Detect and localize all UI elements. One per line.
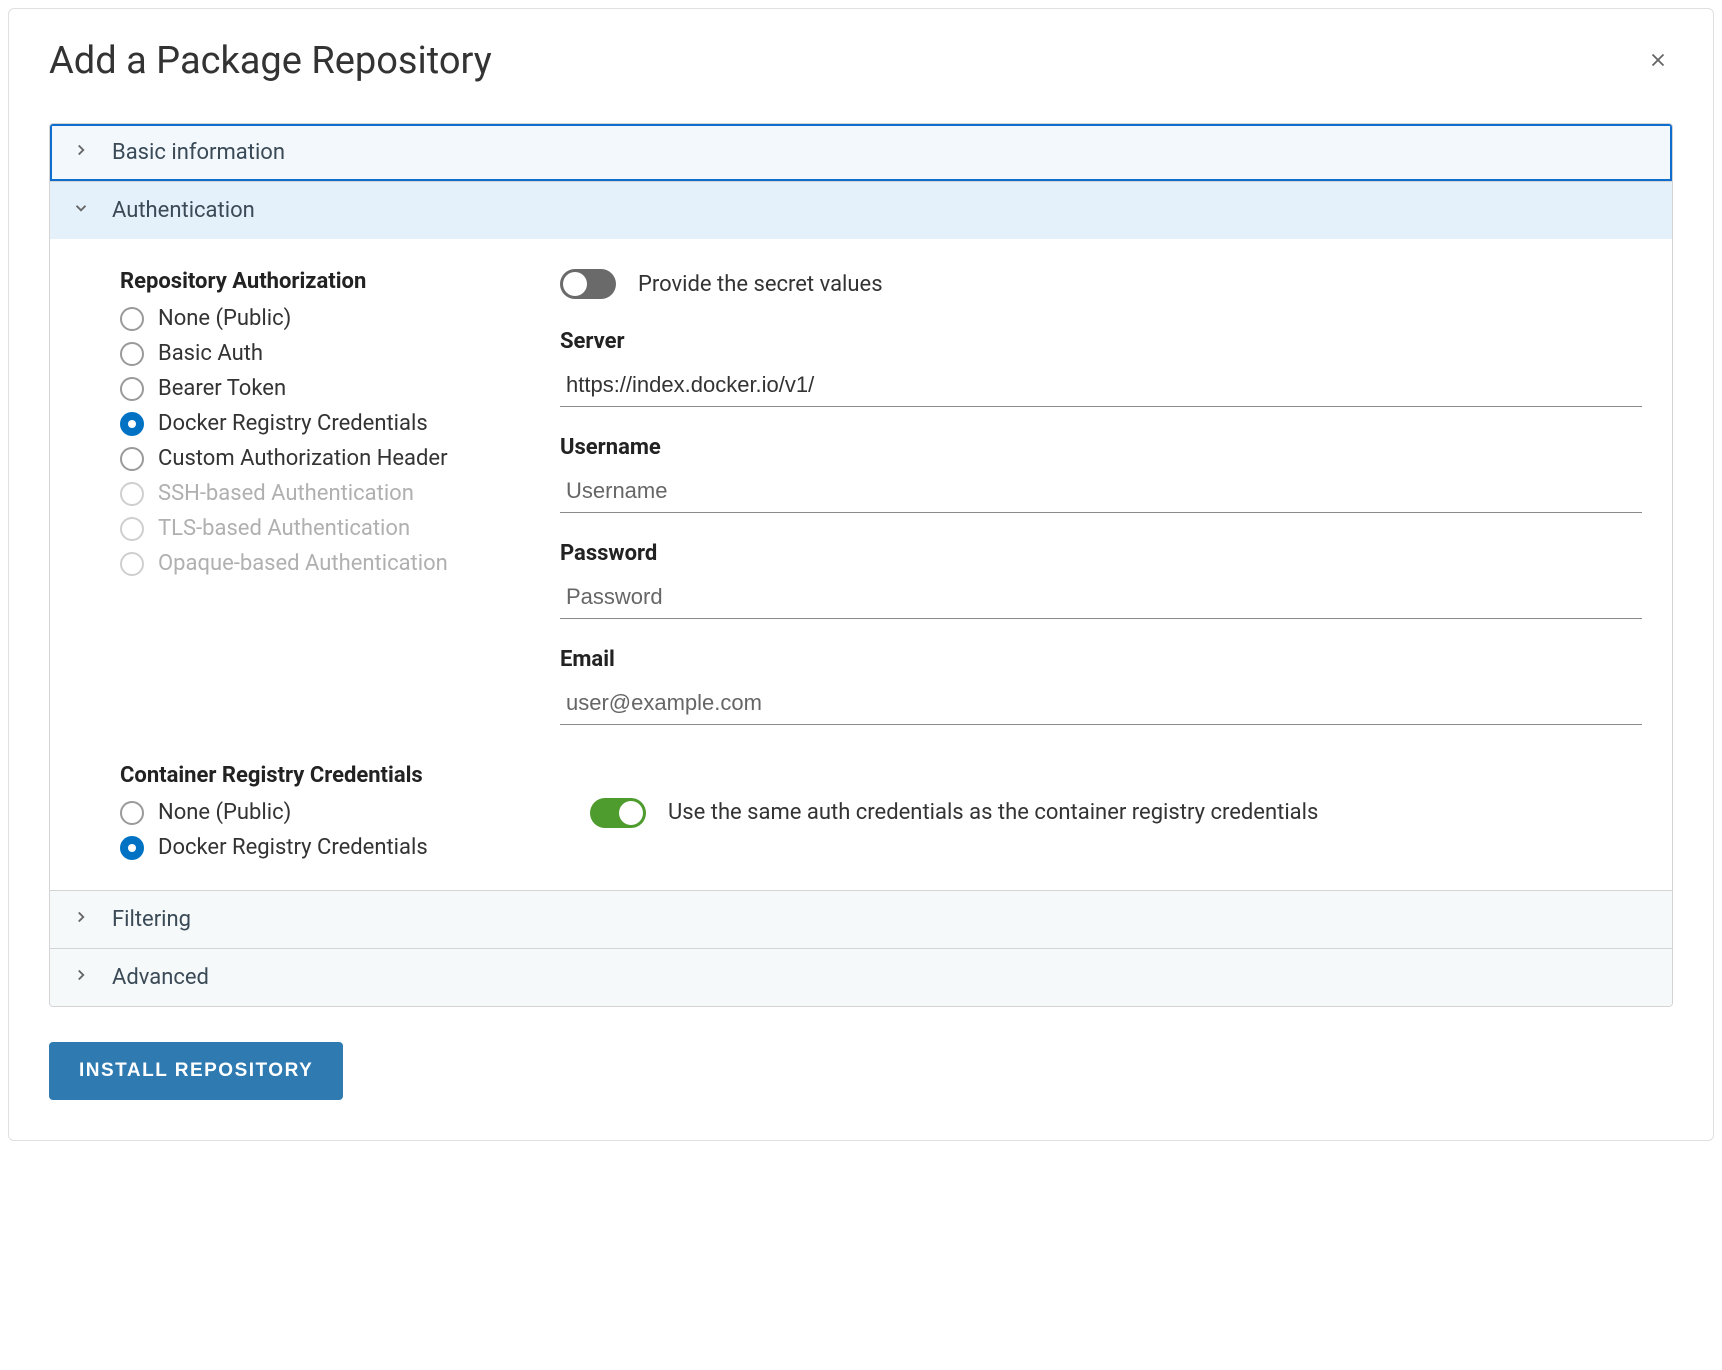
radio-icon <box>120 377 144 401</box>
same-auth-toggle-row: Use the same auth credentials as the con… <box>590 798 1318 828</box>
auth-layout: Repository Authorization None (Public) B… <box>120 269 1642 753</box>
radio-basic-auth[interactable]: Basic Auth <box>120 341 500 366</box>
accordion-body-authentication: Repository Authorization None (Public) B… <box>50 239 1672 890</box>
radio-icon <box>120 342 144 366</box>
radio-docker-registry[interactable]: Docker Registry Credentials <box>120 411 500 436</box>
radio-icon <box>120 517 144 541</box>
accordion-label: Filtering <box>112 907 191 932</box>
radio-none-public[interactable]: None (Public) <box>120 306 500 331</box>
same-auth-column: Use the same auth credentials as the con… <box>560 763 1642 860</box>
same-auth-toggle[interactable] <box>590 798 646 828</box>
radio-icon <box>120 482 144 506</box>
username-label: Username <box>560 435 1642 460</box>
accordion-item-basic-info: Basic information <box>50 124 1672 182</box>
radio-icon <box>120 307 144 331</box>
radio-ssh-auth: SSH-based Authentication <box>120 481 500 506</box>
toggle-knob <box>619 801 643 825</box>
accordion-item-advanced: Advanced <box>50 949 1672 1006</box>
password-label: Password <box>560 541 1642 566</box>
container-creds-radio-group: None (Public) Docker Registry Credential… <box>120 800 500 860</box>
radio-container-docker[interactable]: Docker Registry Credentials <box>120 835 500 860</box>
radio-label: Bearer Token <box>158 376 286 401</box>
toggle-knob <box>563 272 587 296</box>
accordion-header-authentication[interactable]: Authentication <box>50 182 1672 239</box>
same-auth-label: Use the same auth credentials as the con… <box>668 800 1318 825</box>
accordion-label: Authentication <box>112 198 255 223</box>
repo-auth-column: Repository Authorization None (Public) B… <box>120 269 500 753</box>
accordion-label: Advanced <box>112 965 209 990</box>
provide-secret-toggle[interactable] <box>560 269 616 299</box>
radio-custom-header[interactable]: Custom Authorization Header <box>120 446 500 471</box>
repo-auth-radio-group: None (Public) Basic Auth Bearer Token <box>120 306 500 576</box>
username-field: Username <box>560 435 1642 513</box>
install-repository-button[interactable]: INSTALL REPOSITORY <box>49 1042 343 1100</box>
server-label: Server <box>560 329 1642 354</box>
radio-opaque-auth: Opaque-based Authentication <box>120 551 500 576</box>
repo-auth-title: Repository Authorization <box>120 269 500 294</box>
modal-header: Add a Package Repository <box>49 39 1673 83</box>
add-package-repository-modal: Add a Package Repository Basic informati… <box>8 8 1714 1141</box>
email-input[interactable] <box>560 682 1642 725</box>
close-button[interactable] <box>1643 45 1673 78</box>
chevron-right-icon <box>72 140 90 165</box>
radio-label: None (Public) <box>158 800 291 825</box>
email-field: Email <box>560 647 1642 725</box>
password-input[interactable] <box>560 576 1642 619</box>
radio-label: TLS-based Authentication <box>158 516 410 541</box>
radio-label: None (Public) <box>158 306 291 331</box>
radio-label: Opaque-based Authentication <box>158 551 448 576</box>
password-field: Password <box>560 541 1642 619</box>
radio-icon <box>120 447 144 471</box>
radio-bearer-token[interactable]: Bearer Token <box>120 376 500 401</box>
radio-label: Docker Registry Credentials <box>158 411 428 436</box>
container-registry-row: Container Registry Credentials None (Pub… <box>120 763 1642 860</box>
radio-label: SSH-based Authentication <box>158 481 414 506</box>
accordion-label: Basic information <box>112 140 285 165</box>
accordion-item-filtering: Filtering <box>50 891 1672 949</box>
radio-label: Basic Auth <box>158 341 263 366</box>
close-icon <box>1647 59 1669 74</box>
accordion-header-advanced[interactable]: Advanced <box>50 949 1672 1006</box>
radio-icon <box>120 836 144 860</box>
server-field: Server <box>560 329 1642 407</box>
radio-icon <box>120 552 144 576</box>
chevron-right-icon <box>72 907 90 932</box>
username-input[interactable] <box>560 470 1642 513</box>
provide-secret-label: Provide the secret values <box>638 272 883 297</box>
container-creds-title: Container Registry Credentials <box>120 763 500 788</box>
modal-title: Add a Package Repository <box>49 39 492 83</box>
provide-secret-toggle-row: Provide the secret values <box>560 269 1642 299</box>
radio-icon <box>120 801 144 825</box>
radio-label: Docker Registry Credentials <box>158 835 428 860</box>
accordion: Basic information Authentication Reposit… <box>49 123 1673 1007</box>
radio-label: Custom Authorization Header <box>158 446 448 471</box>
credentials-column: Provide the secret values Server Usernam… <box>560 269 1642 753</box>
radio-tls-auth: TLS-based Authentication <box>120 516 500 541</box>
container-creds-column: Container Registry Credentials None (Pub… <box>120 763 500 860</box>
chevron-down-icon <box>72 198 90 223</box>
chevron-right-icon <box>72 965 90 990</box>
radio-icon <box>120 412 144 436</box>
server-input[interactable] <box>560 364 1642 407</box>
accordion-item-authentication: Authentication Repository Authorization … <box>50 182 1672 891</box>
radio-container-none[interactable]: None (Public) <box>120 800 500 825</box>
email-label: Email <box>560 647 1642 672</box>
accordion-header-basic-info[interactable]: Basic information <box>50 124 1672 181</box>
accordion-header-filtering[interactable]: Filtering <box>50 891 1672 948</box>
